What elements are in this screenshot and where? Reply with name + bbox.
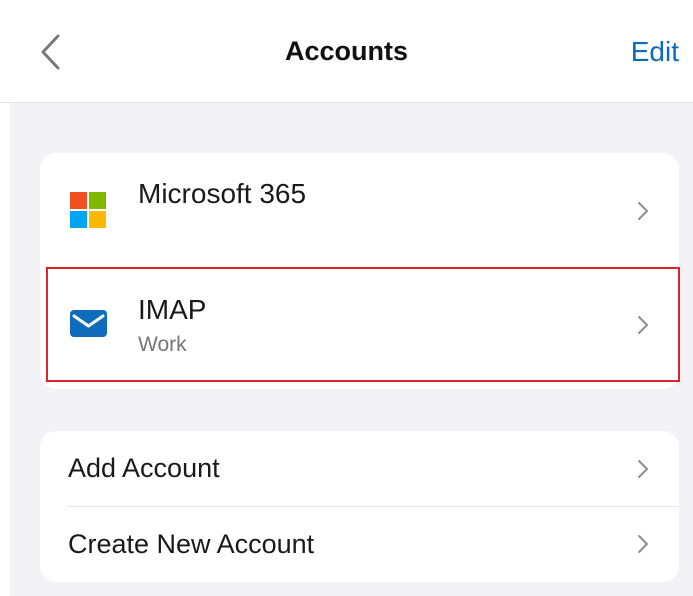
account-name: IMAP xyxy=(138,294,207,325)
add-account-button[interactable]: Add Account xyxy=(40,431,679,506)
create-new-account-label: Create New Account xyxy=(68,529,315,559)
mail-envelope-icon xyxy=(69,308,109,345)
accounts-list: Microsoft 365 IMAP Work xyxy=(40,153,679,389)
chevron-right-icon xyxy=(637,534,649,554)
account-subtitle: Work xyxy=(138,333,187,356)
account-actions-list: Add Account Create New Account xyxy=(40,431,679,582)
chevron-right-icon xyxy=(637,201,649,221)
create-new-account-button[interactable]: Create New Account xyxy=(40,507,679,582)
account-row-imap[interactable]: IMAP Work xyxy=(40,268,679,389)
microsoft-365-logo-icon xyxy=(69,191,109,236)
add-account-label: Add Account xyxy=(68,453,220,483)
chevron-right-icon xyxy=(637,315,649,335)
account-row-microsoft-365[interactable]: Microsoft 365 xyxy=(40,153,679,267)
account-name: Microsoft 365 xyxy=(138,178,307,209)
page-title: Accounts xyxy=(284,36,409,66)
chevron-right-icon xyxy=(637,459,649,479)
navigation-bar: Accounts Edit xyxy=(0,0,693,103)
edit-button[interactable]: Edit xyxy=(631,36,679,68)
